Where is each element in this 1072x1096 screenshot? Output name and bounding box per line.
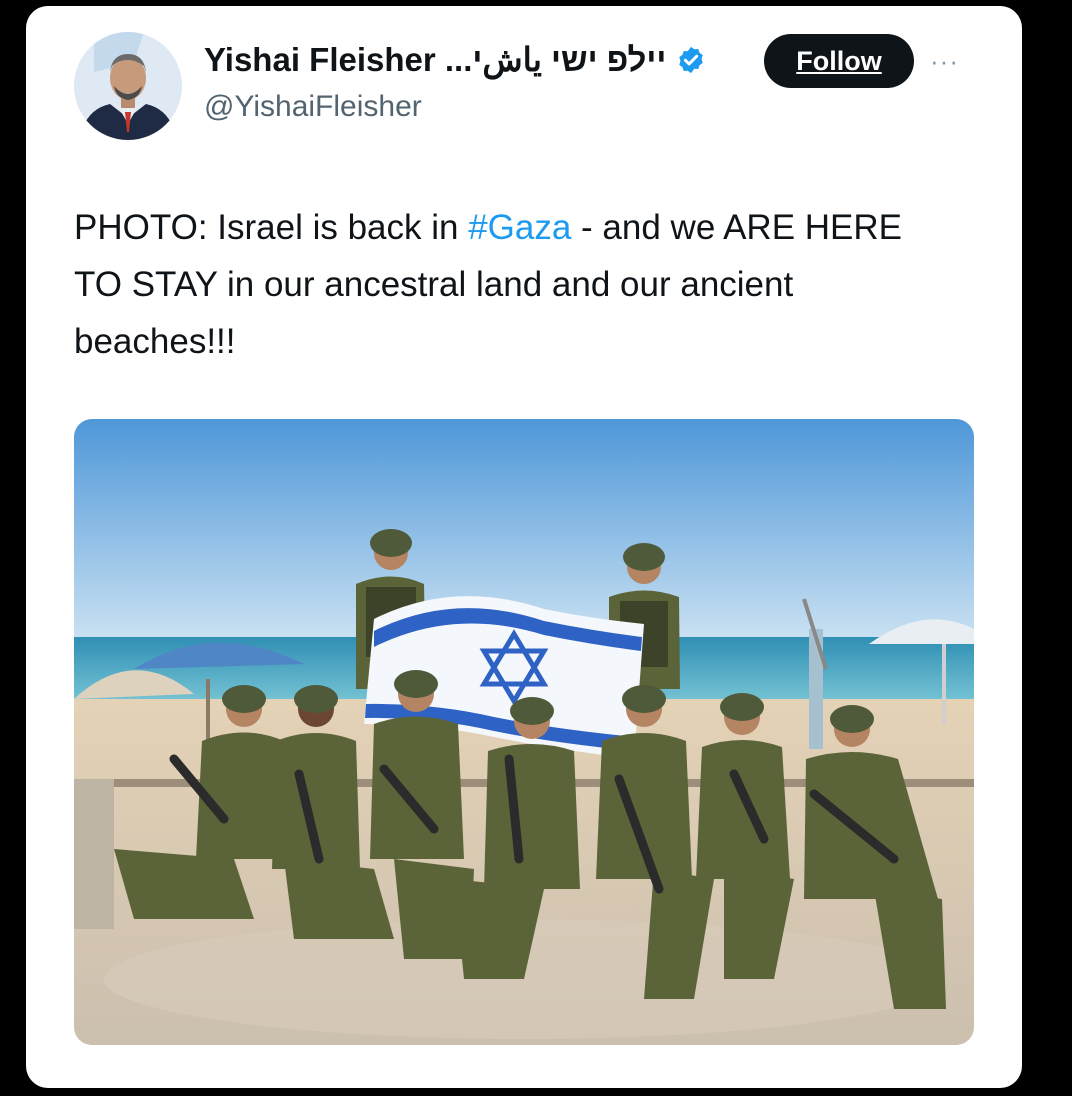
author-name-text[interactable]: Yishai Fleisher bbox=[204, 41, 436, 78]
tweet-text-part1: PHOTO: Israel is back in bbox=[74, 208, 469, 247]
author-name-suffix[interactable]: ...יشاي ישי פליי bbox=[445, 41, 666, 78]
author-display-name[interactable]: Yishai Fleisher ...יشاي ישי פליי bbox=[204, 40, 666, 79]
tweet-text: PHOTO: Israel is back in #Gaza - and we … bbox=[74, 199, 954, 370]
hashtag-link[interactable]: #Gaza bbox=[468, 208, 571, 247]
author-handle[interactable]: @YishaiFleisher bbox=[204, 90, 422, 124]
tweet-card: Yishai Fleisher ...יشاي ישי פליי @Yishai… bbox=[26, 6, 1022, 1088]
more-options-icon[interactable]: ··· bbox=[930, 46, 959, 77]
verified-badge-icon bbox=[676, 45, 706, 75]
avatar[interactable] bbox=[74, 32, 182, 140]
soldiers-beach-photo bbox=[74, 419, 974, 1045]
author-name-row: Yishai Fleisher ...יشاي ישי פליי bbox=[204, 40, 706, 79]
profile-photo-icon bbox=[74, 32, 182, 140]
tweet-photo[interactable] bbox=[74, 419, 974, 1045]
follow-button[interactable]: Follow bbox=[764, 34, 914, 88]
